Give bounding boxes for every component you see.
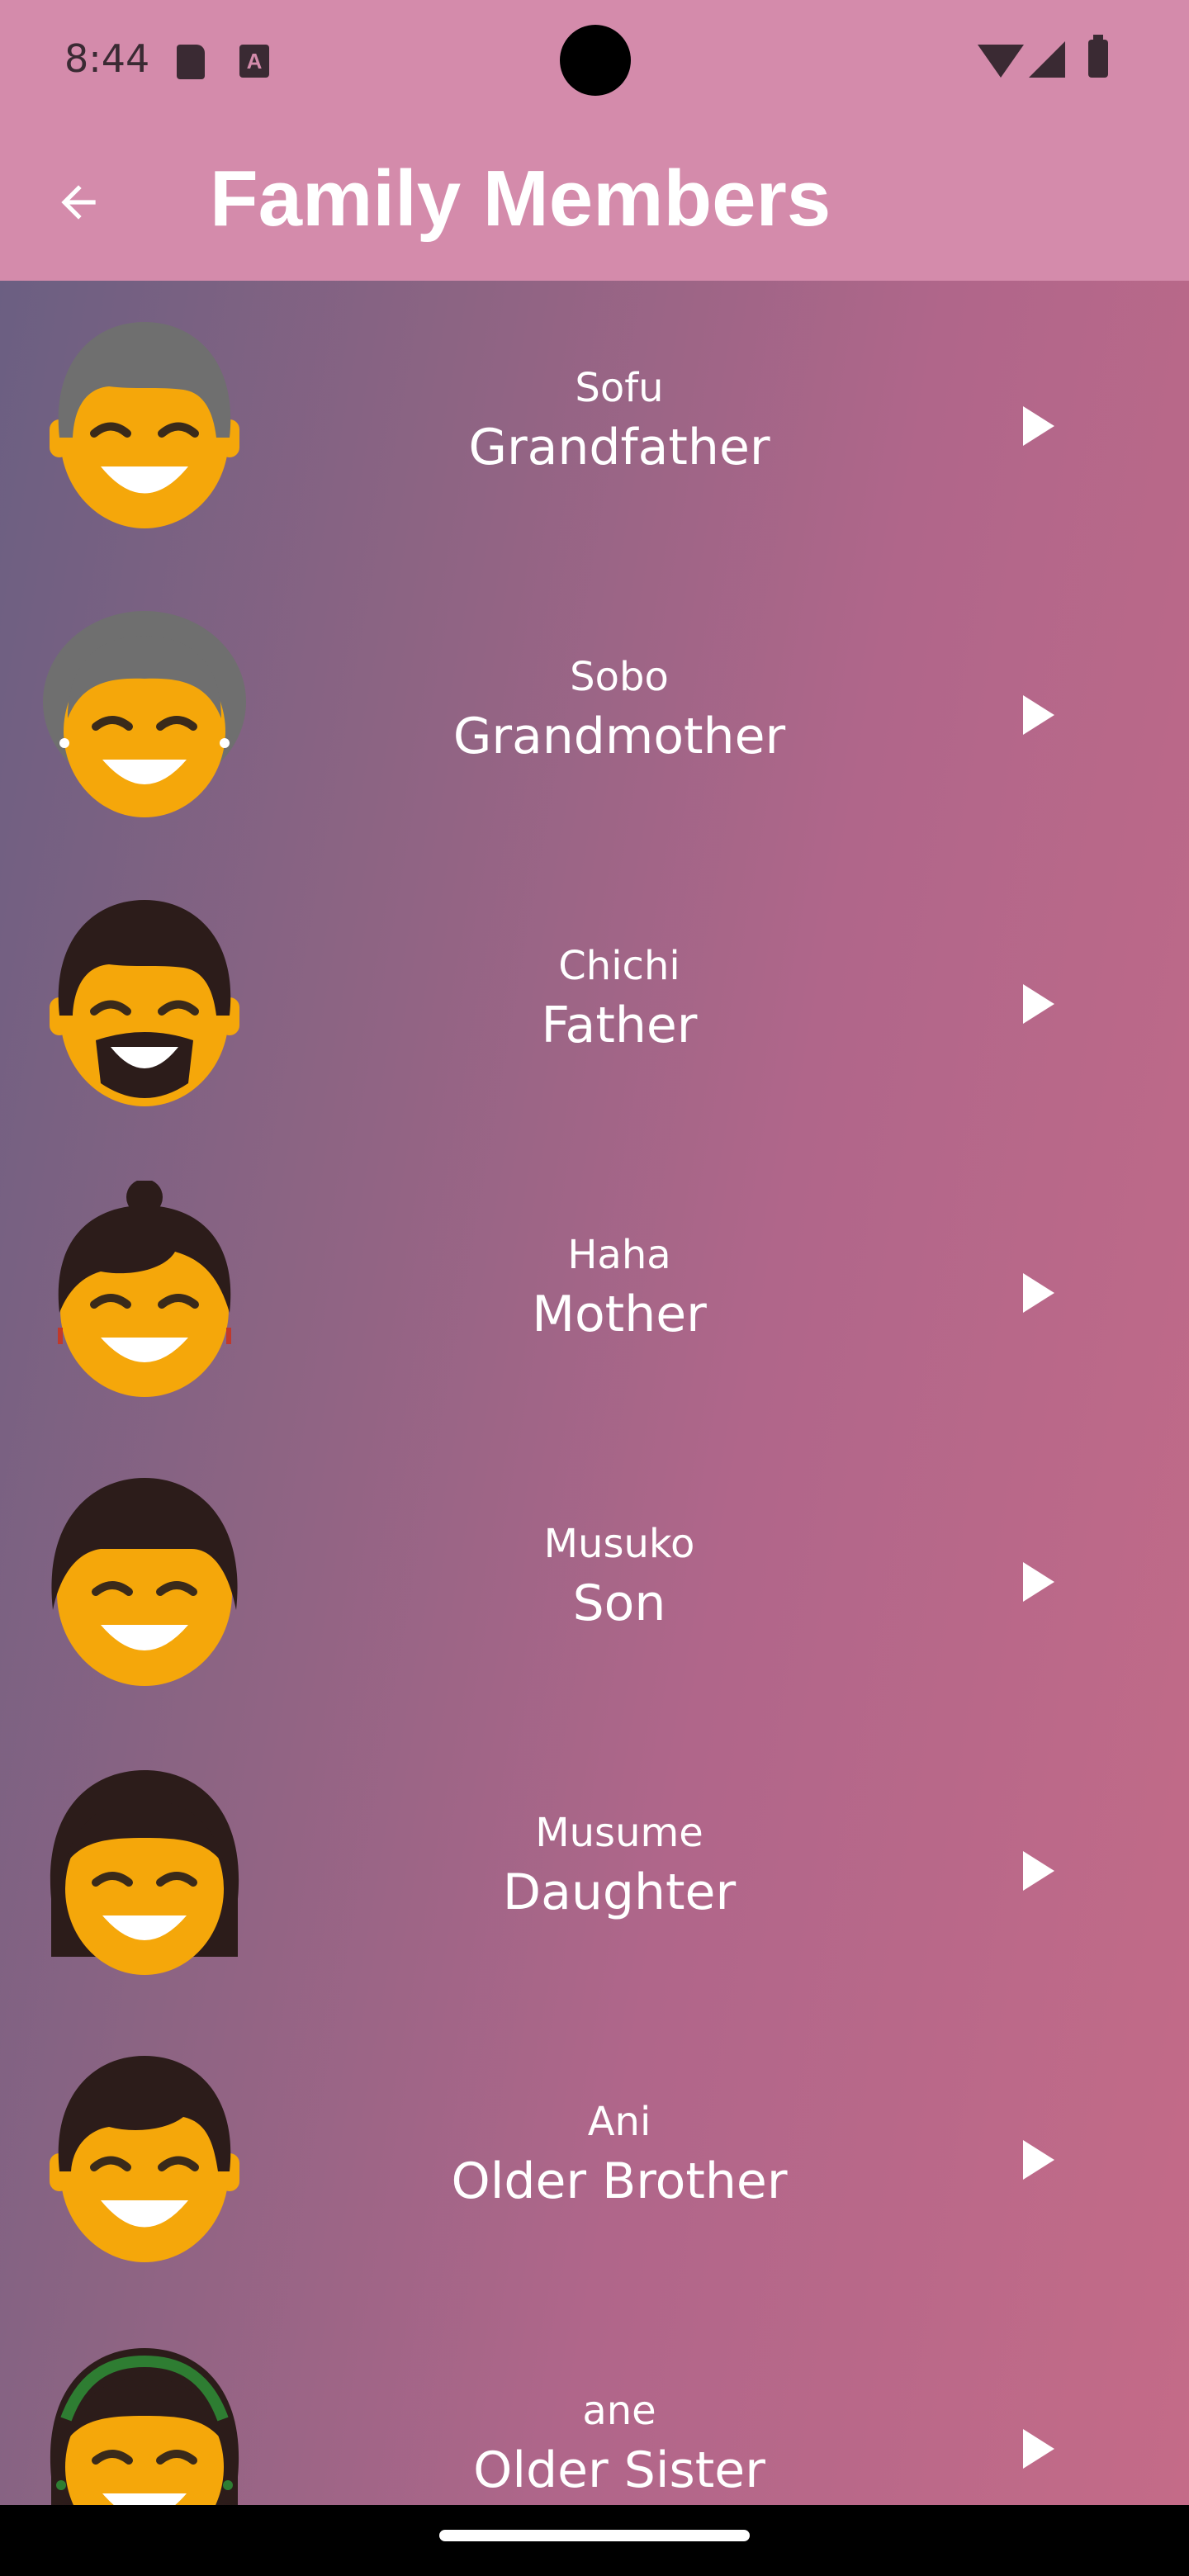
play-icon (1023, 1562, 1054, 1602)
english-label: Older Brother (451, 2152, 788, 2210)
arrow-left-icon (61, 185, 96, 220)
english-label: Father (541, 997, 698, 1054)
romaji-label: Ani (587, 2099, 651, 2145)
play-icon (1023, 2140, 1054, 2180)
english-label: Grandmother (452, 708, 786, 765)
play-icon (1023, 984, 1054, 1024)
english-label: Daughter (502, 1863, 737, 1921)
list-item[interactable]: Chichi Father (0, 859, 1189, 1148)
list-item[interactable]: Ani Older Brother (0, 2015, 1189, 2304)
daughter-icon (50, 1770, 239, 1975)
list-item[interactable]: Haha Mother (0, 1148, 1189, 1437)
app-bar: Family Members (0, 116, 1189, 281)
list-item[interactable]: Sofu Grandfather (0, 281, 1189, 570)
romaji-label: ane (582, 2388, 656, 2434)
play-button[interactable] (1006, 1260, 1072, 1326)
wifi-icon (978, 45, 1024, 78)
sd-card-icon (177, 45, 205, 79)
play-button[interactable] (1006, 2127, 1072, 2193)
camera-cutout (560, 25, 631, 96)
father-icon (50, 900, 239, 1106)
romaji-label: Chichi (558, 943, 680, 989)
older-sister-icon (50, 2348, 239, 2505)
back-button[interactable] (41, 165, 116, 239)
romaji-label: Haha (567, 1232, 671, 1278)
english-label: Mother (532, 1286, 707, 1343)
page-title: Family Members (210, 154, 831, 243)
mother-icon (58, 1181, 231, 1397)
list-item[interactable]: Musuko Son (0, 1437, 1189, 1726)
navigation-bar (0, 2505, 1189, 2576)
grandfather-icon (50, 322, 239, 528)
romaji-label: Sobo (570, 654, 669, 700)
romaji-label: Sofu (575, 365, 664, 411)
home-indicator[interactable] (439, 2530, 750, 2541)
play-button[interactable] (1006, 2416, 1072, 2482)
son-icon (51, 1478, 238, 1686)
play-icon (1023, 406, 1054, 446)
play-icon (1023, 695, 1054, 735)
english-label: Son (572, 1574, 666, 1632)
english-label: Grandfather (468, 419, 770, 476)
list-item[interactable]: Sobo Grandmother (0, 570, 1189, 859)
family-members-list[interactable]: Sofu Grandfather Sobo Grandmother Chichi… (0, 281, 1189, 2505)
status-bar: 8:44 A (0, 0, 1189, 116)
list-item[interactable]: Musume Daughter (0, 1726, 1189, 2015)
a-notification-icon: A (239, 45, 269, 78)
signal-icon (1029, 41, 1065, 78)
list-item[interactable]: ane Older Sister (0, 2304, 1189, 2505)
play-button[interactable] (1006, 682, 1072, 748)
older-brother-icon (50, 2056, 239, 2262)
status-time: 8:44 (64, 36, 150, 81)
english-label: Older Sister (473, 2441, 765, 2499)
romaji-label: Musume (535, 1810, 703, 1856)
play-button[interactable] (1006, 393, 1072, 459)
play-icon (1023, 2429, 1054, 2469)
play-button[interactable] (1006, 1838, 1072, 1904)
play-icon (1023, 1851, 1054, 1891)
play-icon (1023, 1273, 1054, 1313)
play-button[interactable] (1006, 971, 1072, 1037)
play-button[interactable] (1006, 1549, 1072, 1615)
grandmother-icon (43, 611, 246, 817)
romaji-label: Musuko (543, 1521, 695, 1567)
battery-icon (1088, 35, 1108, 78)
